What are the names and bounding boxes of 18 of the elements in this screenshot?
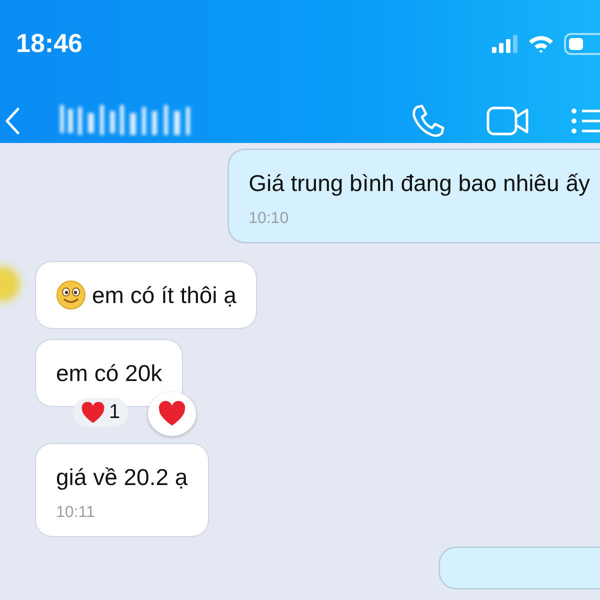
battery-icon bbox=[564, 32, 600, 54]
reaction-count[interactable]: 1 bbox=[73, 398, 128, 427]
heart-icon bbox=[158, 401, 186, 427]
message-text: em có ít thôi ạ bbox=[92, 281, 236, 310]
signal-icon bbox=[492, 34, 518, 52]
message-text: giá về 20.2 ạ bbox=[56, 463, 188, 492]
reaction-button[interactable] bbox=[148, 392, 196, 436]
message-time: 10:11 bbox=[56, 504, 96, 522]
status-time: 18:46 bbox=[16, 28, 82, 59]
message-text: em có 20k bbox=[56, 359, 162, 388]
message-time: 10:10 bbox=[248, 210, 290, 228]
phone-icon[interactable] bbox=[410, 103, 446, 139]
back-icon[interactable] bbox=[4, 107, 20, 135]
menu-icon[interactable] bbox=[570, 107, 600, 135]
message-text: Giá trung bình đang bao nhiêu ấy bbox=[248, 169, 590, 198]
heart-icon bbox=[81, 402, 105, 424]
video-camera-icon[interactable] bbox=[486, 105, 530, 137]
wifi-icon bbox=[528, 34, 554, 53]
